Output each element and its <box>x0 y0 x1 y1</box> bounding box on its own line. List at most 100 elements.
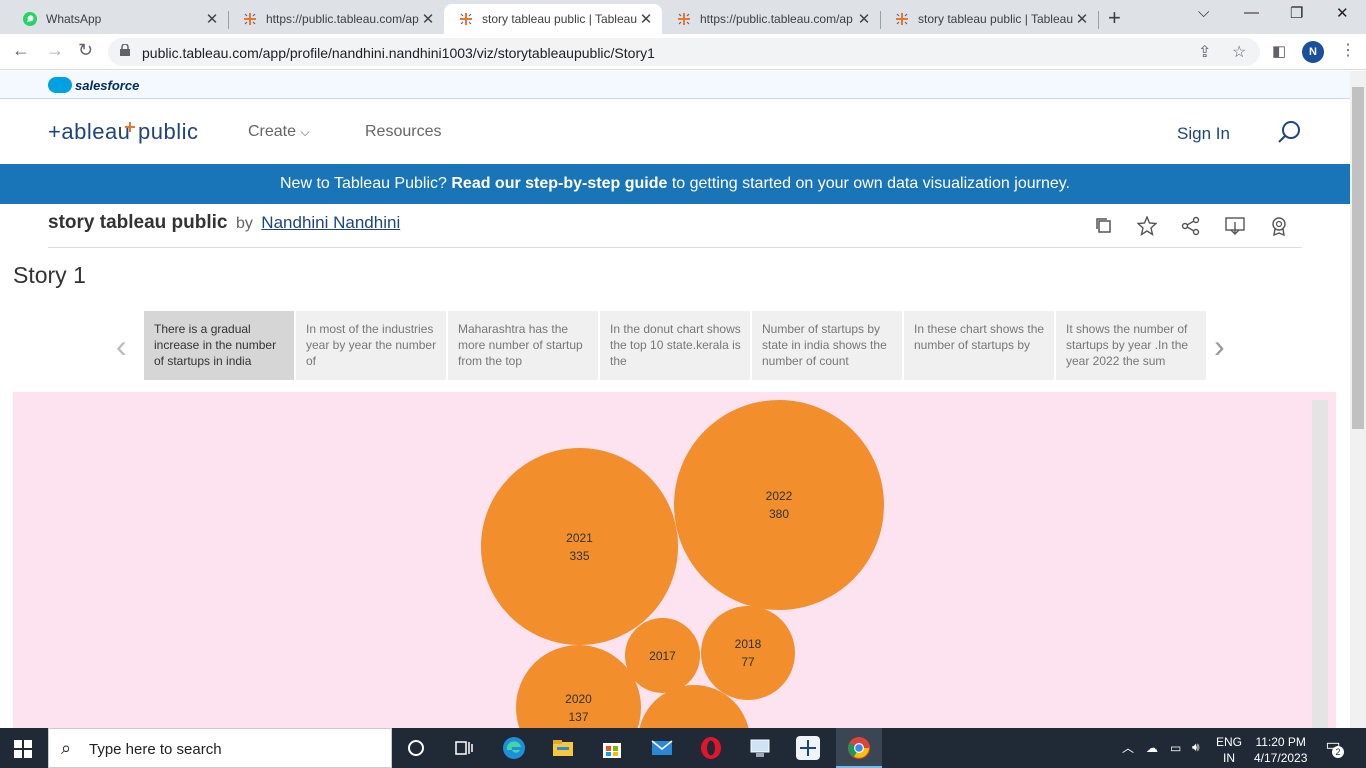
mail-icon[interactable] <box>650 736 674 760</box>
browser-tab-tableau-2[interactable]: https://public.tableau.com/ap ✕ <box>662 4 881 34</box>
task-view-icon[interactable] <box>452 736 476 760</box>
story-point-7[interactable]: It shows the number of startups by year … <box>1056 311 1206 380</box>
notification-count: 2 <box>1332 746 1344 758</box>
lang-region: IN <box>1223 751 1235 765</box>
cortana-icon[interactable] <box>404 736 428 760</box>
chrome-icon <box>848 737 870 759</box>
close-window-button[interactable]: ✕ <box>1336 4 1349 22</box>
bubble-2020[interactable]: 2020 137 <box>516 645 641 728</box>
chrome-taskbar-active[interactable] <box>836 728 882 768</box>
profile-avatar[interactable]: N <box>1302 41 1324 63</box>
restore-button[interactable]: ❐ <box>1290 4 1303 22</box>
share-network-icon[interactable] <box>1181 216 1201 236</box>
notification-center-icon[interactable]: ▭ 2 <box>1322 738 1344 758</box>
nav-resources[interactable]: Resources <box>365 123 441 141</box>
browser-tab-tableau-3[interactable]: story tableau public | Tableau ✕ <box>880 4 1099 34</box>
story-title: Story 1 <box>13 262 86 288</box>
story-next-arrow-icon[interactable]: › <box>1214 328 1225 365</box>
author-link[interactable]: Nandhini Nandhini <box>261 213 400 232</box>
story-point-2[interactable]: In most of the industries year by year t… <box>296 311 446 380</box>
bubble-value-label: 137 <box>568 709 589 724</box>
copy-icon[interactable] <box>1094 216 1114 236</box>
close-tab-icon[interactable]: ✕ <box>1074 10 1090 28</box>
story-prev-arrow-icon[interactable]: ‹ <box>116 328 127 365</box>
url-bar[interactable]: public.tableau.com/app/profile/nandhini.… <box>108 38 1260 66</box>
tableau-app-icon[interactable] <box>796 736 820 760</box>
story-point-3[interactable]: Maharashtra has the more number of start… <box>448 311 598 380</box>
close-tab-icon[interactable]: ✕ <box>204 10 220 28</box>
badge-award-icon[interactable] <box>1269 216 1289 236</box>
share-icon[interactable]: ⇪ <box>1198 42 1211 62</box>
bubble-2021[interactable]: 2021 335 <box>481 448 678 645</box>
browser-tab-active[interactable]: story tableau public | Tableau ✕ <box>444 4 662 34</box>
nav-create-label: Create <box>248 123 297 140</box>
tableau-public-logo[interactable]: +ableau public <box>48 118 198 152</box>
salesforce-bar: salesforce <box>0 71 1350 99</box>
viz-title: story tableau public <box>48 212 228 233</box>
clock[interactable]: 11:20 PM 4/17/2023 <box>1254 734 1307 766</box>
close-tab-icon[interactable]: ✕ <box>638 10 654 28</box>
bubble-2018[interactable]: 2018 77 <box>701 606 795 700</box>
tableau-icon <box>458 11 474 27</box>
lang-code: ENG <box>1216 735 1243 749</box>
close-tab-icon[interactable]: ✕ <box>856 10 872 28</box>
ms-store-icon[interactable] <box>600 736 624 760</box>
lock-icon <box>120 44 130 56</box>
menu-kebab-icon[interactable]: ⋮ <box>1340 40 1356 60</box>
tableau-public-wordmark: +ableau public <box>48 119 198 144</box>
by-label: by <box>235 215 253 232</box>
browser-tab-tableau-1[interactable]: https://public.tableau.com/ap ✕ <box>228 4 445 34</box>
windows-start-icon[interactable] <box>14 740 32 758</box>
page-scrollbar-thumb[interactable] <box>1352 87 1364 429</box>
chevron-down-icon: ⌵ <box>300 125 310 139</box>
edge-browser-icon[interactable] <box>502 736 526 760</box>
sidepanel-icon[interactable]: ◧ <box>1272 42 1286 60</box>
volume-icon[interactable]: 🔊︎ <box>1192 739 1200 755</box>
close-tab-icon[interactable]: ✕ <box>420 10 436 28</box>
salesforce-logo[interactable]: salesforce <box>48 77 139 93</box>
reload-icon[interactable]: ↻ <box>78 40 93 61</box>
onedrive-icon[interactable]: ☁ <box>1146 740 1158 756</box>
download-icon[interactable] <box>1225 216 1245 236</box>
clock-time: 11:20 PM <box>1255 735 1306 749</box>
taskbar-search-box[interactable]: ⌕ Type here to search <box>48 728 392 768</box>
page-scrollbar[interactable] <box>1350 71 1366 728</box>
story-point-1[interactable]: There is a gradual increase in the numbe… <box>144 311 294 380</box>
tab-title: story tableau public | Tableau <box>918 12 1073 26</box>
step-by-step-guide-link[interactable]: Read our step-by-step guide <box>451 175 667 192</box>
story-point-6[interactable]: In these chart shows the number of start… <box>904 311 1054 380</box>
forward-arrow-icon[interactable]: → <box>46 40 64 61</box>
opera-icon[interactable] <box>699 736 723 760</box>
favorite-star-icon[interactable] <box>1137 216 1157 236</box>
new-tab-button[interactable]: + <box>1108 5 1121 31</box>
nav-create[interactable]: Create ⌵ <box>248 123 310 141</box>
whatsapp-icon <box>22 11 38 27</box>
browser-tab-whatsapp[interactable]: WhatsApp ✕ <box>8 4 229 34</box>
story-point-4[interactable]: In the donut chart shows the top 10 stat… <box>600 311 750 380</box>
bubble-year-label: 2021 <box>566 530 593 545</box>
bubble-2017[interactable]: 2017 <box>625 618 700 693</box>
tray-chevron-up-icon[interactable]: ︿ <box>1122 740 1134 756</box>
search-icon[interactable] <box>1278 120 1302 144</box>
viz-title-row: story tableau public by Nandhini Nandhin… <box>48 212 1302 248</box>
url-text: public.tableau.com/app/profile/nandhini.… <box>142 45 655 61</box>
network-app-icon[interactable] <box>748 736 772 760</box>
battery-icon[interactable]: ▭ <box>1170 740 1181 756</box>
tab-title: story tableau public | Tableau <box>482 12 637 26</box>
sign-in-link[interactable]: Sign In <box>1177 124 1230 144</box>
address-bar-row: ← → ↻ public.tableau.com/app/profile/nan… <box>0 34 1366 70</box>
story-point-5[interactable]: Number of startups by state in india sho… <box>752 311 902 380</box>
tab-search-chevron-icon[interactable]: ⌵ <box>1198 4 1209 21</box>
windows-taskbar: ⌕ Type here to search ︿ ☁ ▭ 🔊︎ ENG IN 11… <box>0 728 1366 768</box>
viz-scrollbar[interactable] <box>1312 400 1328 728</box>
back-arrow-icon[interactable]: ← <box>12 40 30 61</box>
minimize-button[interactable]: — <box>1244 4 1259 21</box>
salesforce-label: salesforce <box>75 77 140 93</box>
viz-canvas: 2022 380 2021 335 2017 2018 77 2020 137 <box>13 392 1336 728</box>
bubble-2022[interactable]: 2022 380 <box>674 400 884 610</box>
tableau-icon <box>676 11 692 27</box>
tableau-icon <box>894 11 910 27</box>
bookmark-star-icon[interactable]: ☆ <box>1232 42 1246 62</box>
language-indicator[interactable]: ENG IN <box>1216 734 1242 766</box>
file-explorer-icon[interactable] <box>551 736 575 760</box>
